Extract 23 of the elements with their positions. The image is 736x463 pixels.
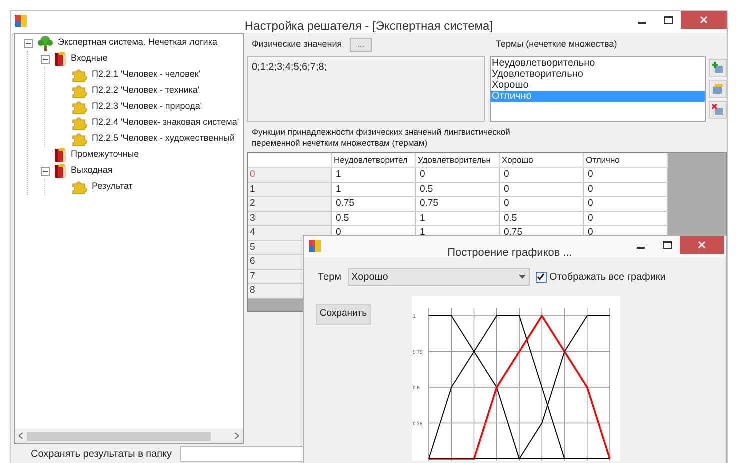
table-cell: 0 [416,168,500,182]
window-title: Настройка решателя - [Экспертная система] [244,19,494,33]
show-all-label: Отображать все графики [550,270,666,284]
table-cell: 0 [500,197,584,212]
table-cell: 0.75 [332,197,416,212]
dialog-title: Построение графиков ... [448,247,572,259]
table-cell: 0.75 [416,197,500,212]
table-cell: 1 [416,212,500,226]
terms-label: Термы (нечеткие множества) [496,38,618,52]
save-folder-label: Сохранять результаты в папку [31,448,172,462]
table-cell: 0 [584,212,668,226]
table-caption: Функции принадлежности физических значений лингвистической переменной нечетким множествам (термам) [252,127,512,149]
table-cell: 1 [332,168,416,182]
physical-values-label: Физические значения [252,38,342,52]
table-cell: 0 [584,168,668,182]
table-cell: 0.5 [416,182,500,197]
table-cell: 0 [500,182,584,197]
table-cell: 0.5 [332,212,416,226]
table-cell: 0 [584,197,668,212]
table-cell: 1 [332,182,416,197]
table-cell: 0 [500,168,584,182]
table-cell: 0 [584,182,668,197]
table-cell: 0.5 [500,212,584,226]
